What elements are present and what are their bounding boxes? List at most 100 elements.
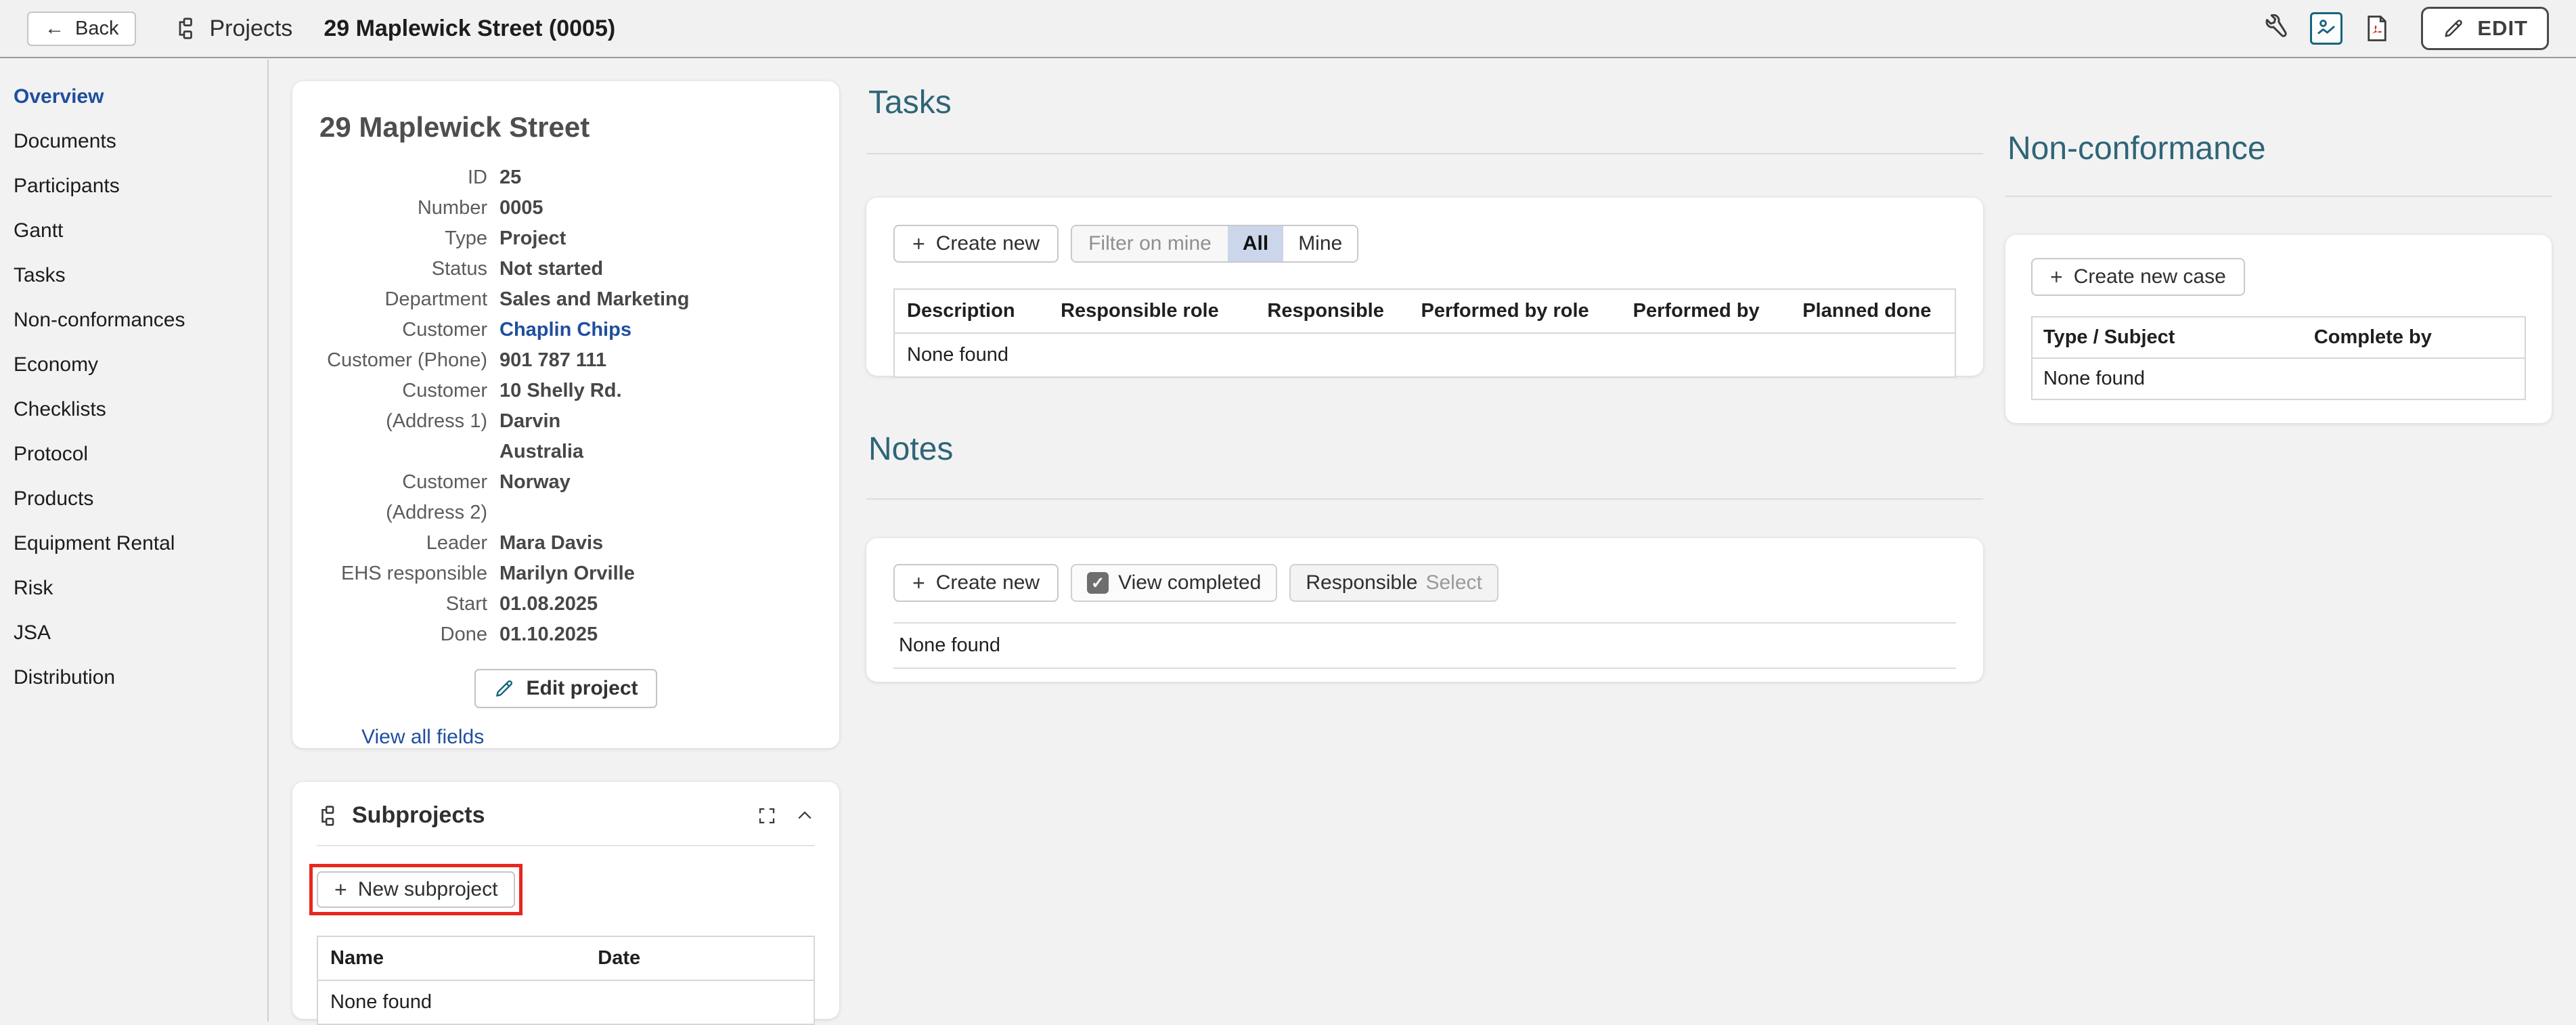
page-title: 29 Maplewick Street (0005)	[324, 16, 615, 42]
project-field-row: Number 0005	[319, 193, 812, 223]
subprojects-table: NameDate None found	[317, 936, 815, 1025]
create-case-button[interactable]: + Create new case	[2031, 258, 2245, 296]
field-value: Marilyn Orville	[499, 559, 812, 589]
column-header: Complete by	[2303, 318, 2525, 357]
sidebar-item[interactable]: Gantt	[0, 209, 267, 253]
collapse-chevron-icon[interactable]	[795, 806, 815, 826]
field-label: Customer (Address 2)	[319, 467, 487, 528]
filter-all-button[interactable]: All	[1228, 226, 1283, 261]
subprojects-table-header: NameDate	[318, 937, 814, 981]
pencil-icon	[2442, 17, 2465, 40]
project-field-row: Customer Chaplin Chips	[319, 315, 812, 345]
back-arrow-icon: ←	[45, 18, 64, 40]
tasks-divider	[866, 153, 1983, 154]
field-label: Customer	[319, 315, 487, 345]
project-card-title: 29 Maplewick Street	[319, 111, 812, 144]
nonconformance-heading: Non-conformance	[2007, 130, 2266, 167]
sidebar-item[interactable]: Overview	[0, 74, 267, 119]
subprojects-title: Subprojects	[352, 802, 485, 829]
back-button[interactable]: ← Back	[27, 12, 136, 46]
sidebar-item[interactable]: Participants	[0, 164, 267, 209]
fullscreen-icon[interactable]	[757, 806, 777, 826]
field-label: Done	[319, 619, 487, 650]
sidebar-item[interactable]: Tasks	[0, 253, 267, 298]
field-label: ID	[319, 162, 487, 193]
nonconformance-empty-row: None found	[2033, 359, 2525, 399]
new-subproject-button[interactable]: + New subproject	[317, 871, 515, 908]
pdf-export-icon[interactable]	[2363, 14, 2391, 43]
activity-report-icon[interactable]	[2310, 12, 2342, 45]
create-note-label: Create new	[936, 571, 1040, 594]
project-field-row: Start 01.08.2025	[319, 589, 812, 619]
sidebar-item[interactable]: Checklists	[0, 387, 267, 432]
annotation-highlight-box: + New subproject	[309, 864, 523, 915]
field-value: Mara Davis	[499, 528, 812, 559]
view-all-fields-link[interactable]: View all fields	[361, 726, 484, 749]
edit-project-button[interactable]: Edit project	[474, 669, 657, 708]
field-value: 25	[499, 162, 812, 193]
sidebar-item[interactable]: Economy	[0, 343, 267, 387]
notes-empty-row: None found	[893, 622, 1956, 669]
sidebar-item[interactable]: JSA	[0, 611, 267, 655]
field-label: Leader	[319, 528, 487, 559]
column-header: Planned done	[1790, 290, 1955, 332]
responsible-select-button[interactable]: Responsible Select	[1289, 564, 1498, 602]
topbar-actions: EDIT	[2261, 7, 2549, 50]
select-label: Select	[1425, 571, 1482, 594]
create-note-button[interactable]: + Create new	[893, 564, 1059, 602]
projects-breadcrumb[interactable]: Projects	[174, 16, 292, 42]
column-header: Name	[318, 937, 585, 980]
tasks-heading: Tasks	[868, 84, 952, 121]
sidebar-item[interactable]: Equipment Rental	[0, 521, 267, 566]
edit-project-row: Edit project	[319, 669, 812, 708]
subprojects-header-icons	[757, 806, 815, 826]
field-label: EHS responsible	[319, 559, 487, 589]
project-field-row: Customer (Address 1) 10 Shelly Rd. Darvi…	[319, 376, 812, 467]
tasks-toolbar: + Create new Filter on mine All Mine	[893, 225, 1956, 263]
plus-icon: +	[2050, 266, 2063, 288]
plus-icon: +	[912, 233, 925, 255]
column-header: Type / Subject	[2033, 318, 2303, 357]
field-label: Customer (Phone)	[319, 345, 487, 376]
sidebar-item[interactable]: Documents	[0, 119, 267, 164]
project-field-row: Customer (Phone) 901 787 111	[319, 345, 812, 376]
plus-icon: +	[334, 879, 347, 900]
tasks-card: + Create new Filter on mine All Mine Des…	[866, 198, 1983, 376]
wrench-icon[interactable]	[2261, 14, 2290, 43]
create-task-button[interactable]: + Create new	[893, 225, 1059, 263]
field-value: Chaplin Chips	[499, 315, 812, 345]
sidebar-item[interactable]: Protocol	[0, 432, 267, 477]
nonconformance-table-header: Type / SubjectComplete by	[2033, 318, 2525, 359]
project-field-row: Leader Mara Davis	[319, 528, 812, 559]
sidebar-item[interactable]: Risk	[0, 566, 267, 611]
field-value: Norway	[499, 467, 812, 528]
project-field-row: ID 25	[319, 162, 812, 193]
field-value: Not started	[499, 254, 812, 284]
responsible-label: Responsible	[1306, 571, 1417, 594]
notes-card: + Create new ✓ View completed Responsibl…	[866, 538, 1983, 682]
tasks-empty-row: None found	[895, 334, 1955, 376]
view-completed-label: View completed	[1118, 571, 1261, 594]
subprojects-empty-row: None found	[318, 981, 814, 1024]
column-header: Performed by role	[1408, 290, 1620, 332]
sidebar-nav: Overview Documents Participants Gantt Ta…	[0, 60, 269, 1022]
sidebar-item[interactable]: Products	[0, 477, 267, 521]
view-completed-toggle[interactable]: ✓ View completed	[1071, 564, 1277, 602]
field-value: Project	[499, 223, 812, 254]
column-header: Performed by	[1621, 290, 1791, 332]
tasks-filter-group: Filter on mine All Mine	[1071, 225, 1358, 263]
create-case-label: Create new case	[2074, 265, 2226, 288]
sidebar-item[interactable]: Distribution	[0, 655, 267, 700]
filter-mine-button[interactable]: Mine	[1283, 226, 1357, 261]
project-field-row: EHS responsible Marilyn Orville	[319, 559, 812, 589]
notes-divider	[866, 498, 1983, 500]
field-value: Sales and Marketing	[499, 284, 812, 315]
field-value: 01.08.2025	[499, 589, 812, 619]
edit-button[interactable]: EDIT	[2421, 7, 2549, 50]
field-label: Type	[319, 223, 487, 254]
notes-heading: Notes	[868, 431, 953, 468]
nonconformance-divider	[2005, 196, 2552, 197]
create-task-label: Create new	[936, 232, 1040, 255]
sidebar-item[interactable]: Non-conformances	[0, 298, 267, 343]
column-header: Description	[895, 290, 1048, 332]
